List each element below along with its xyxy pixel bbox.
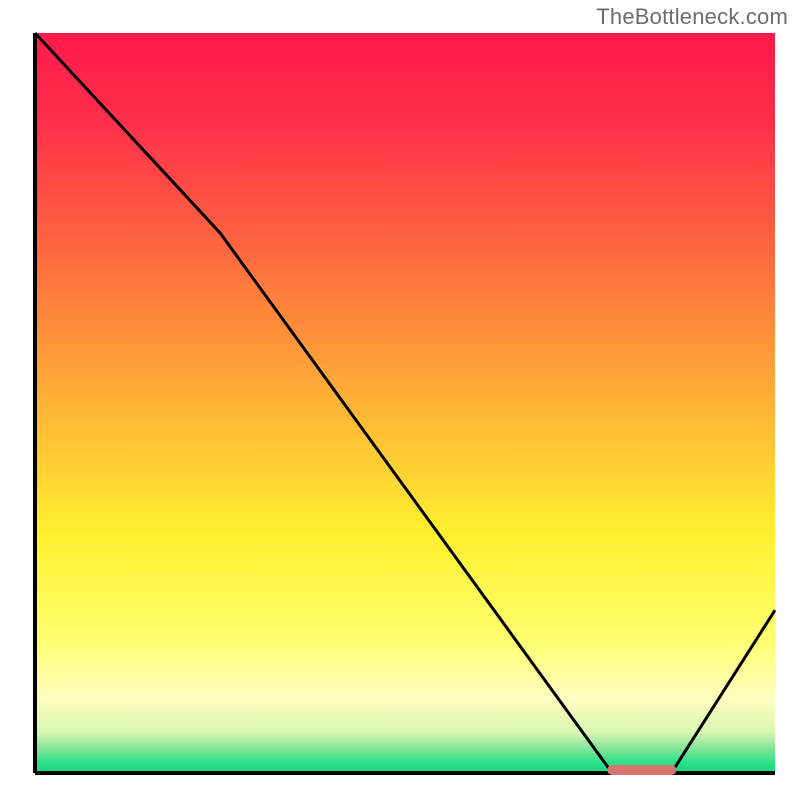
attribution-text: TheBottleneck.com <box>596 4 788 30</box>
bottleneck-chart <box>0 0 800 800</box>
chart-container: TheBottleneck.com <box>0 0 800 800</box>
plot-background <box>35 33 775 773</box>
